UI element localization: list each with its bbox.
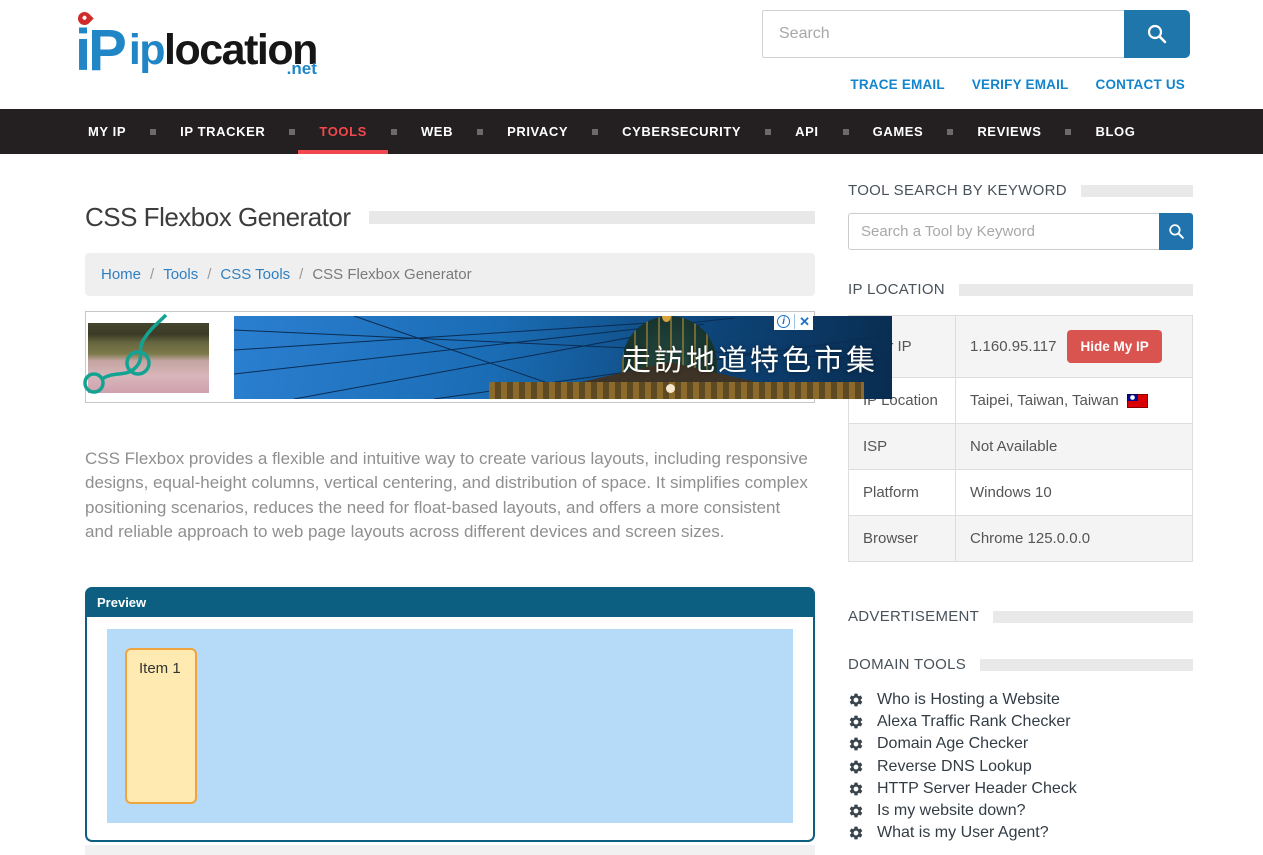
breadcrumb-current: CSS Flexbox Generator [312, 266, 471, 283]
ad-close-icon[interactable]: ✕ [794, 314, 810, 329]
gear-icon [848, 714, 864, 730]
domain-tool-link-website-down[interactable]: Is my website down? [848, 800, 1193, 822]
domain-tool-link-domain-age[interactable]: Domain Age Checker [848, 733, 1193, 755]
breadcrumb-css-tools[interactable]: CSS Tools [220, 266, 290, 283]
nav-item-blog[interactable]: BLOG [1071, 109, 1159, 154]
ad-banner[interactable]: 走訪地道特色市集 i ✕ [85, 311, 815, 403]
table-row: ISP Not Available [849, 424, 1193, 470]
tool-search-button[interactable] [1159, 213, 1193, 250]
page-title: CSS Flexbox Generator [85, 202, 351, 233]
logo-wordmark: iplocation .net [129, 29, 317, 80]
gear-icon [848, 781, 864, 797]
contact-us-link[interactable]: CONTACT US [1096, 77, 1186, 92]
nav-item-tools[interactable]: TOOLS [295, 109, 391, 154]
table-row: Platform Windows 10 [849, 470, 1193, 516]
preview-flex-container: Item 1 [107, 629, 793, 823]
ad-badges: i ✕ [774, 313, 813, 330]
domain-tool-link-hosting[interactable]: Who is Hosting a Website [848, 689, 1193, 711]
nav-item-reviews[interactable]: REVIEWS [953, 109, 1065, 154]
logo-mark: iP [75, 8, 124, 80]
heading-decoration-bar [959, 284, 1193, 296]
hide-my-ip-button[interactable]: Hide My IP [1067, 330, 1161, 363]
content: CSS Flexbox Generator Home / Tools / CSS… [0, 154, 1263, 855]
platform-value: Windows 10 [956, 470, 1193, 516]
route-line-graphic [80, 311, 230, 411]
heading-decoration-bar [1081, 185, 1193, 197]
breadcrumb-tools[interactable]: Tools [163, 266, 198, 283]
domain-tool-link-user-agent[interactable]: What is my User Agent? [848, 822, 1193, 844]
preview-panel-body: Item 1 [87, 617, 813, 840]
nav-item-api[interactable]: API [771, 109, 842, 154]
row-label: Platform [849, 470, 956, 516]
ad-caption: 走訪地道特色市集 [622, 337, 878, 379]
tool-search [848, 213, 1193, 250]
tool-search-heading: TOOL SEARCH BY KEYWORD [848, 182, 1193, 199]
nav-item-my-ip[interactable]: MY IP [64, 109, 150, 154]
gear-icon [848, 759, 864, 775]
header-search-input[interactable] [762, 10, 1124, 58]
trace-email-link[interactable]: TRACE EMAIL [850, 77, 944, 92]
advertisement-heading: ADVERTISEMENT [848, 608, 1193, 625]
gear-icon [848, 692, 864, 708]
ip-location-value: Taipei, Taiwan, Taiwan [970, 392, 1119, 409]
row-label: Browser [849, 516, 956, 562]
site-logo[interactable]: iP iplocation .net [75, 8, 317, 80]
domain-tools-list: Who is Hosting a Website Alexa Traffic R… [848, 689, 1193, 844]
verify-email-link[interactable]: VERIFY EMAIL [972, 77, 1069, 92]
domain-tools-heading: DOMAIN TOOLS [848, 656, 1193, 673]
nav-item-privacy[interactable]: PRIVACY [483, 109, 592, 154]
table-row: Browser Chrome 125.0.0.0 [849, 516, 1193, 562]
browser-value: Chrome 125.0.0.0 [956, 516, 1193, 562]
domain-tool-link-http-header[interactable]: HTTP Server Header Check [848, 778, 1193, 800]
ad-thumbnail-image [88, 323, 209, 393]
breadcrumb: Home / Tools / CSS Tools / CSS Flexbox G… [85, 253, 815, 296]
breadcrumb-home[interactable]: Home [101, 266, 141, 283]
search-icon [1145, 22, 1169, 46]
ip-location-table: Your IP 1.160.95.117 Hide My IP IP Locat… [848, 315, 1193, 562]
gear-icon [848, 736, 864, 752]
site-header: iP iplocation .net TRACE EMAIL VERIFY EM… [0, 0, 1263, 109]
gear-icon [848, 803, 864, 819]
table-row: Your IP 1.160.95.117 Hide My IP [849, 316, 1193, 378]
tool-description: CSS Flexbox provides a flexible and intu… [85, 447, 813, 544]
next-section-edge [85, 845, 815, 855]
title-decoration-bar [369, 211, 815, 224]
ad-info-icon[interactable]: i [777, 315, 790, 328]
heading-decoration-bar [993, 611, 1193, 623]
nav-item-games[interactable]: GAMES [849, 109, 948, 154]
main-nav: MY IP IP TRACKER TOOLS WEB PRIVACY CYBER… [0, 109, 1263, 154]
logo-net-suffix: .net [287, 47, 317, 90]
row-label: ISP [849, 424, 956, 470]
sidebar: TOOL SEARCH BY KEYWORD IP LOCATION Your … [848, 182, 1193, 855]
your-ip-value: 1.160.95.117 [970, 338, 1056, 355]
taiwan-flag-icon [1127, 394, 1148, 408]
gear-icon [848, 825, 864, 841]
preview-panel-header: Preview [87, 589, 813, 617]
header-search [762, 10, 1190, 58]
domain-tool-link-alexa-rank[interactable]: Alexa Traffic Rank Checker [848, 711, 1193, 733]
search-icon [1167, 222, 1186, 241]
main-column: CSS Flexbox Generator Home / Tools / CSS… [85, 182, 815, 855]
isp-value: Not Available [956, 424, 1193, 470]
header-links: TRACE EMAIL VERIFY EMAIL CONTACT US [850, 77, 1185, 92]
nav-item-cybersecurity[interactable]: CYBERSECURITY [598, 109, 765, 154]
domain-tool-link-reverse-dns[interactable]: Reverse DNS Lookup [848, 756, 1193, 778]
nav-item-ip-tracker[interactable]: IP TRACKER [156, 109, 289, 154]
ip-location-heading: IP LOCATION [848, 281, 1193, 298]
header-search-button[interactable] [1124, 10, 1190, 58]
heading-decoration-bar [980, 659, 1193, 671]
preview-flex-item: Item 1 [125, 648, 197, 804]
nav-item-web[interactable]: WEB [397, 109, 477, 154]
tool-search-input[interactable] [848, 213, 1159, 250]
preview-panel: Preview Item 1 [85, 587, 815, 842]
table-row: IP Location Taipei, Taiwan, Taiwan [849, 378, 1193, 424]
